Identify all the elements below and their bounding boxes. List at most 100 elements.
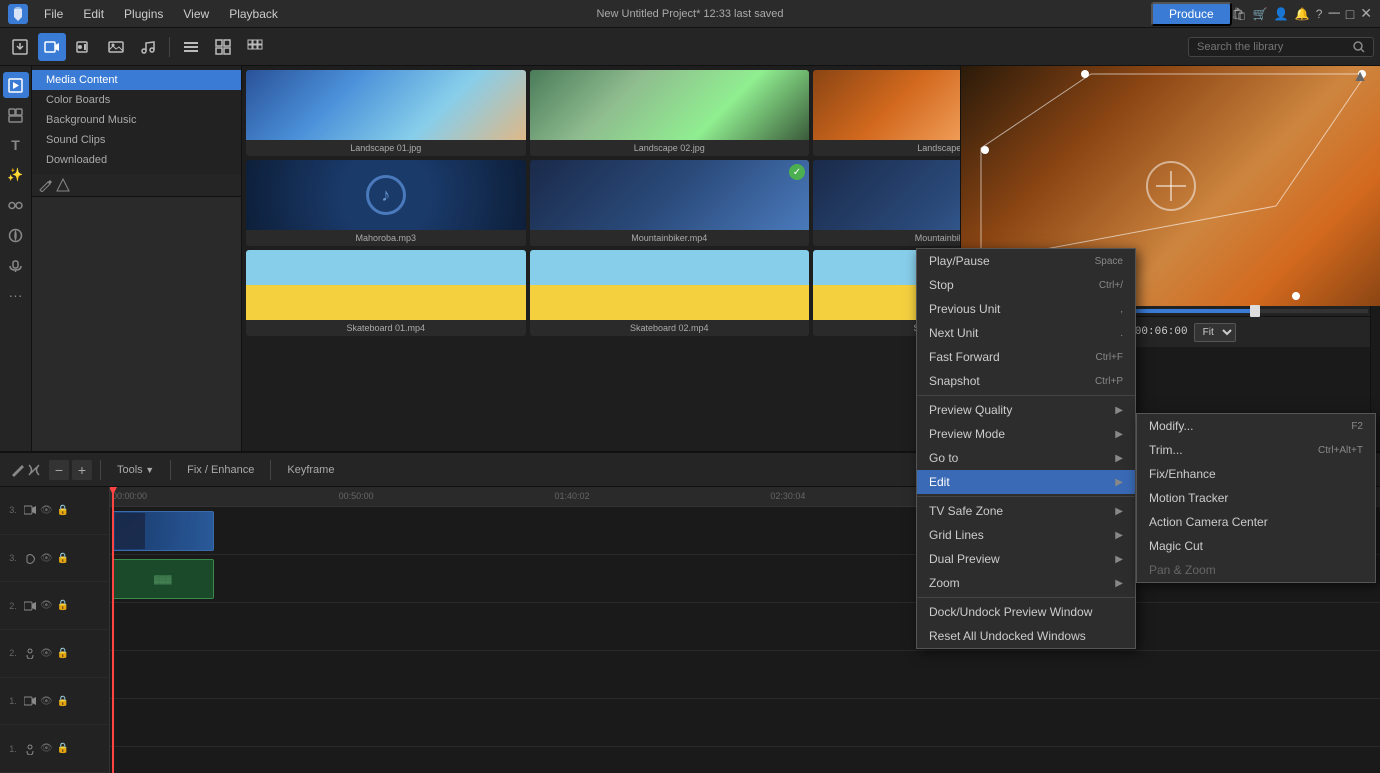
track-eye-3v[interactable]: 👁 bbox=[40, 505, 53, 516]
track-eye-1a[interactable]: 👁 bbox=[40, 743, 53, 754]
help-icon[interactable]: ? bbox=[1316, 7, 1323, 21]
video-clip-button[interactable] bbox=[38, 33, 66, 61]
media-item[interactable]: Landscape 02.jpg bbox=[530, 70, 810, 156]
menu-view[interactable]: View bbox=[175, 5, 217, 23]
cm-dock-undock[interactable]: Dock/Undock Preview Window bbox=[917, 600, 1135, 624]
main-area: T ✨ ··· Media Content Color Boards Backg… bbox=[0, 66, 1380, 741]
sidebar-media[interactable] bbox=[3, 72, 29, 98]
cm-pan-zoom[interactable]: Pan & Zoom bbox=[1137, 558, 1375, 582]
sidebar-transitions[interactable] bbox=[3, 192, 29, 218]
transform-handle-br[interactable] bbox=[1292, 292, 1300, 300]
cm-zoom[interactable]: Zoom ▶ bbox=[917, 571, 1135, 595]
list-view-button[interactable] bbox=[177, 33, 205, 61]
cm-grid-lines[interactable]: Grid Lines ▶ bbox=[917, 523, 1135, 547]
minimize-icon[interactable]: ─ bbox=[1328, 5, 1339, 23]
keyframe-btn[interactable]: Keyframe bbox=[279, 461, 342, 479]
cm-fix-enhance[interactable]: Fix/Enhance bbox=[1137, 462, 1375, 486]
notification-icon[interactable]: 🔔 bbox=[1295, 7, 1310, 21]
account-icon[interactable]: 👤 bbox=[1274, 7, 1289, 21]
tab-sound-clips[interactable]: Sound Clips bbox=[32, 130, 241, 150]
timeline-clip[interactable]: ▓▓▓ bbox=[112, 559, 214, 599]
track-lock-1a[interactable]: 🔒 bbox=[57, 743, 69, 754]
image-clip-button[interactable] bbox=[102, 33, 130, 61]
media-item[interactable]: ♪ Mahoroba.mp3 bbox=[246, 160, 526, 246]
track-eye-2v[interactable]: 👁 bbox=[40, 600, 53, 611]
cart-icon[interactable]: 🛒 bbox=[1253, 7, 1268, 21]
zoom-out-btn[interactable]: − bbox=[49, 460, 69, 480]
cm-edit[interactable]: Edit ▶ bbox=[917, 470, 1135, 494]
timeline-playhead[interactable] bbox=[112, 487, 114, 773]
sidebar-templates[interactable] bbox=[3, 102, 29, 128]
tools-dropdown-btn[interactable]: Tools bbox=[109, 461, 162, 479]
scroll-up-btn[interactable]: ▲ bbox=[1352, 68, 1368, 86]
media-item[interactable]: ✓ Mountainbiker.mp4 bbox=[530, 160, 810, 246]
track-lock-2v[interactable]: 🔒 bbox=[57, 600, 69, 611]
cm-separator-2 bbox=[917, 496, 1135, 497]
cm-dual-preview[interactable]: Dual Preview ▶ bbox=[917, 547, 1135, 571]
track-eye-2a[interactable]: 👁 bbox=[40, 648, 53, 659]
menu-file[interactable]: File bbox=[36, 5, 71, 23]
track-eye-1v[interactable]: 👁 bbox=[40, 696, 53, 707]
cm-modify[interactable]: Modify... F2 bbox=[1137, 414, 1375, 438]
media-item[interactable]: Landscape 01.jpg bbox=[246, 70, 526, 156]
tab-background-music[interactable]: Background Music bbox=[32, 110, 241, 130]
grid-view-button[interactable] bbox=[209, 33, 237, 61]
cm-magic-cut[interactable]: Magic Cut bbox=[1137, 534, 1375, 558]
tab-color-boards[interactable]: Color Boards bbox=[32, 90, 241, 110]
menu-edit[interactable]: Edit bbox=[75, 5, 112, 23]
sidebar-text[interactable]: T bbox=[3, 132, 29, 158]
maximize-icon[interactable]: □ bbox=[1346, 6, 1354, 22]
transform-handle-tl[interactable] bbox=[1081, 70, 1089, 78]
menu-playback[interactable]: Playback bbox=[221, 5, 286, 23]
fit-select[interactable]: Fit bbox=[1194, 323, 1236, 342]
music-clip-button[interactable] bbox=[134, 33, 162, 61]
search-input[interactable] bbox=[1197, 41, 1347, 53]
cm-motion-tracker[interactable]: Motion Tracker bbox=[1137, 486, 1375, 510]
cm-preview-mode[interactable]: Preview Mode ▶ bbox=[917, 422, 1135, 446]
cm-reset-undocked[interactable]: Reset All Undocked Windows bbox=[917, 624, 1135, 648]
produce-button[interactable]: Produce bbox=[1151, 2, 1232, 26]
menu-plugins[interactable]: Plugins bbox=[116, 5, 171, 23]
cm-next-unit[interactable]: Next Unit . bbox=[917, 321, 1135, 345]
cm-snapshot[interactable]: Snapshot Ctrl+P bbox=[917, 369, 1135, 393]
zoom-in-btn[interactable]: + bbox=[72, 460, 92, 480]
track-eye-3a[interactable]: 👁 bbox=[40, 553, 53, 564]
sidebar-more[interactable]: ··· bbox=[3, 282, 29, 308]
search-box[interactable] bbox=[1188, 37, 1374, 57]
track-label-2v: 2. 👁 🔒 bbox=[0, 582, 109, 630]
media-label: Landscape 02.jpg bbox=[530, 140, 810, 156]
audio-track-icon bbox=[24, 743, 36, 755]
import-button[interactable] bbox=[6, 33, 34, 61]
cm-previous-unit[interactable]: Previous Unit , bbox=[917, 297, 1135, 321]
cm-trim[interactable]: Trim... Ctrl+Alt+T bbox=[1137, 438, 1375, 462]
cm-fast-forward[interactable]: Fast Forward Ctrl+F bbox=[917, 345, 1135, 369]
scissors-icon[interactable] bbox=[27, 463, 41, 477]
cm-go-to[interactable]: Go to ▶ bbox=[917, 446, 1135, 470]
track-lock-2a[interactable]: 🔒 bbox=[57, 648, 69, 659]
cm-play-pause[interactable]: Play/Pause Space bbox=[917, 249, 1135, 273]
cm-stop[interactable]: Stop Ctrl+/ bbox=[917, 273, 1135, 297]
media-item[interactable]: Skateboard 01.mp4 bbox=[246, 250, 526, 336]
ruler-mark-3: 02:30:04 bbox=[770, 491, 805, 501]
sidebar-audio[interactable] bbox=[3, 252, 29, 278]
timeline-clip[interactable] bbox=[112, 511, 214, 551]
track-lock-1v[interactable]: 🔒 bbox=[57, 696, 69, 707]
close-icon[interactable]: ✕ bbox=[1360, 5, 1372, 22]
store-icon[interactable]: 🛍 bbox=[1232, 7, 1247, 21]
cm-preview-quality[interactable]: Preview Quality ▶ bbox=[917, 398, 1135, 422]
cm-tv-safe-zone[interactable]: TV Safe Zone ▶ bbox=[917, 499, 1135, 523]
fix-enhance-btn[interactable]: Fix / Enhance bbox=[179, 461, 262, 479]
transform-handle-ml[interactable] bbox=[981, 146, 989, 154]
tab-media-content[interactable]: Media Content bbox=[32, 70, 241, 90]
audio-clip-button[interactable] bbox=[70, 33, 98, 61]
multi-view-button[interactable] bbox=[241, 33, 269, 61]
cm-action-camera-center[interactable]: Action Camera Center bbox=[1137, 510, 1375, 534]
track-lock-3a[interactable]: 🔒 bbox=[57, 553, 69, 564]
sidebar-color[interactable] bbox=[3, 222, 29, 248]
tab-downloaded[interactable]: Downloaded bbox=[32, 150, 241, 170]
media-item[interactable]: Skateboard 02.mp4 bbox=[530, 250, 810, 336]
timeline-track-1v bbox=[110, 699, 1380, 747]
track-lock-3v[interactable]: 🔒 bbox=[57, 505, 69, 516]
preview-playhead[interactable] bbox=[1250, 305, 1260, 317]
sidebar-effects[interactable]: ✨ bbox=[3, 162, 29, 188]
